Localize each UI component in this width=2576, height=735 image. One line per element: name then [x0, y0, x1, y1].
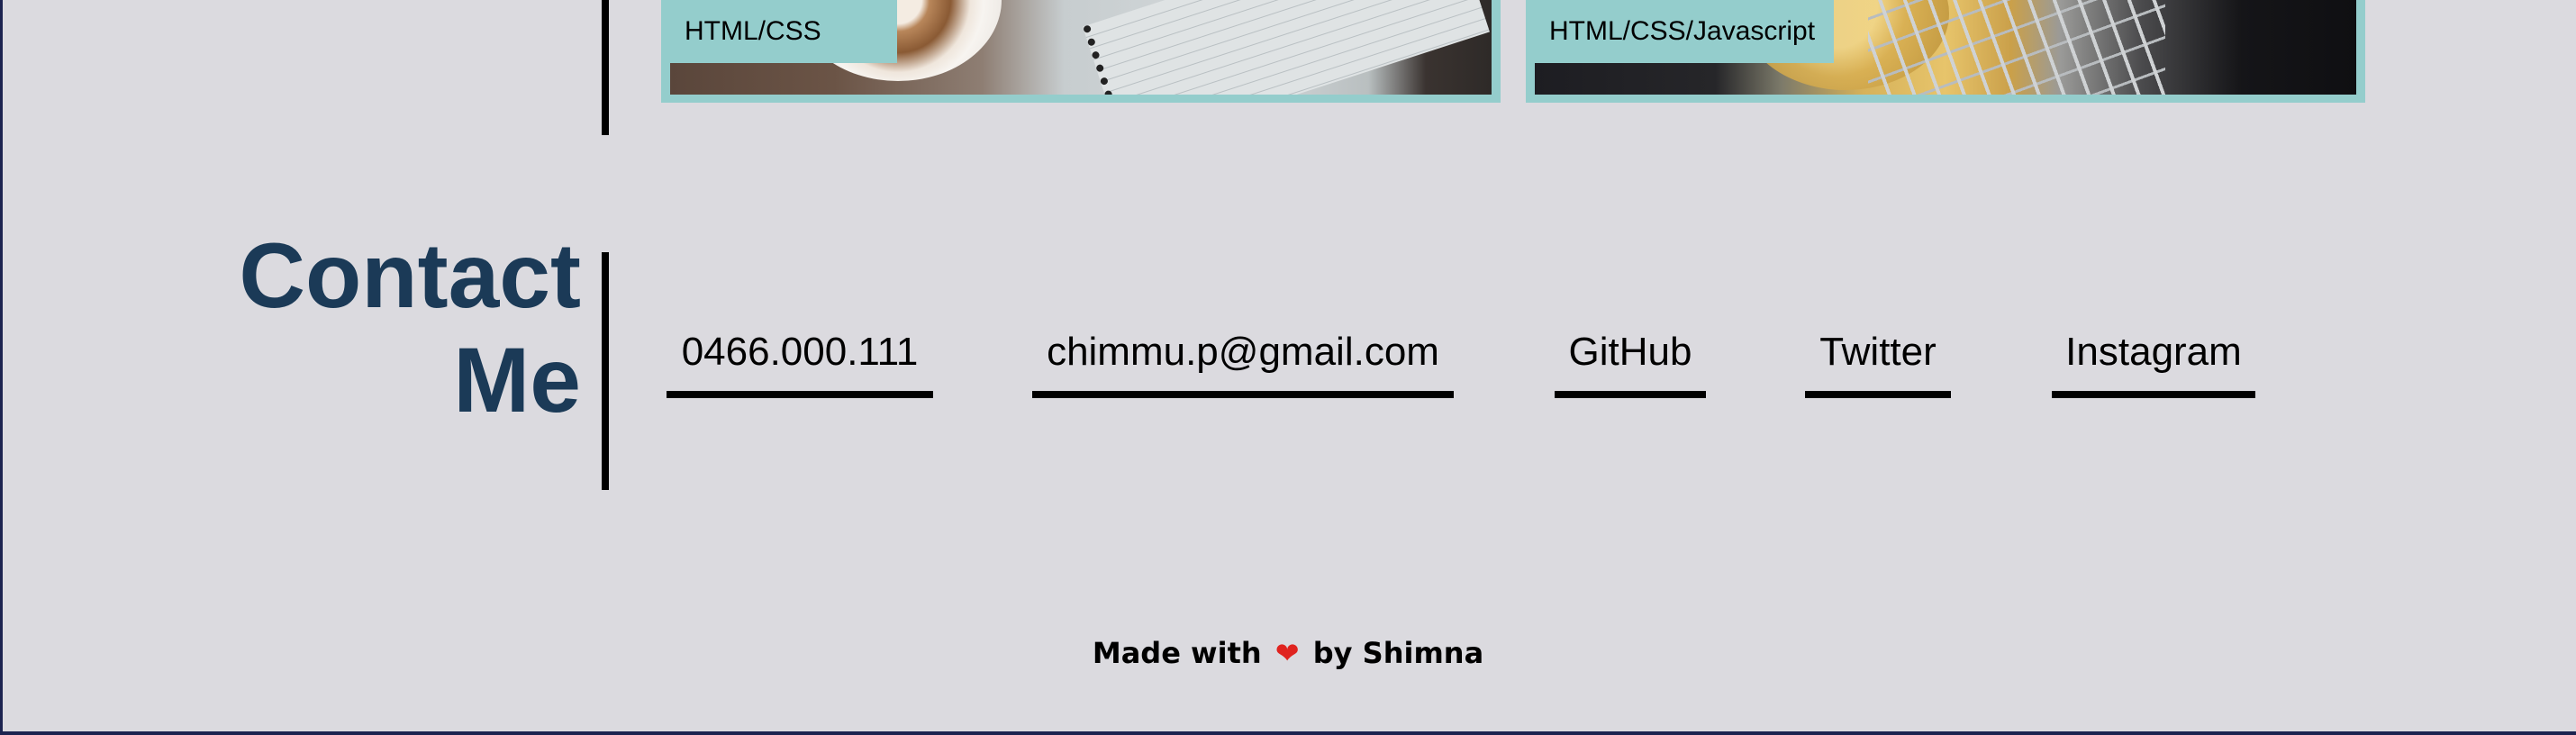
project-tag: HTML/CSS — [670, 0, 897, 63]
twitter-link[interactable]: Twitter — [1805, 326, 1951, 398]
section-divider — [602, 0, 609, 135]
footer-prefix: Made with — [1092, 636, 1262, 670]
heart-icon: ❤ — [1274, 636, 1300, 670]
email-link[interactable]: chimmu.p@gmail.com — [1032, 326, 1454, 398]
footer-credit: Made with ❤ by Shimna — [0, 636, 2576, 670]
github-link[interactable]: GitHub — [1555, 326, 1706, 398]
phone-link[interactable]: 0466.000.111 — [667, 326, 933, 398]
basket-graphic — [1868, 0, 2165, 95]
contact-heading-line2: Me — [453, 329, 581, 431]
instagram-link[interactable]: Instagram — [2052, 326, 2255, 398]
contact-divider — [602, 252, 609, 490]
contact-heading-line1: Contact — [239, 224, 581, 327]
footer-suffix: by Shimna — [1312, 636, 1484, 670]
notebook-graphic — [1083, 0, 1490, 95]
project-card-2[interactable]: HTML/CSS/Javascript — [1526, 0, 2365, 103]
contact-heading: Contact Me — [221, 223, 581, 432]
project-card-1[interactable]: HTML/CSS — [661, 0, 1501, 103]
project-tag: HTML/CSS/Javascript — [1535, 0, 1834, 63]
